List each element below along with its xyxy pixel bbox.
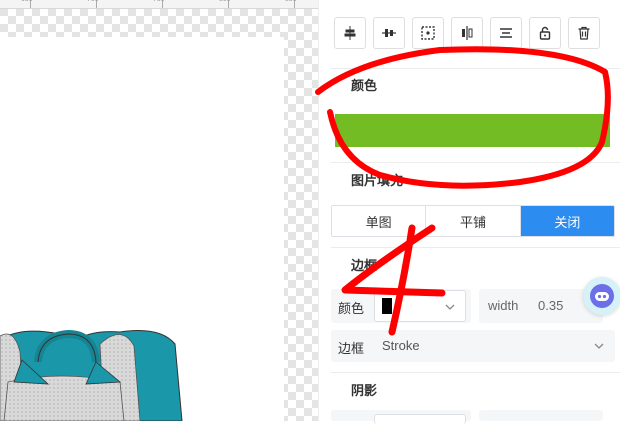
shadow-color-picker[interactable] [374, 414, 466, 424]
align-center-horizontal-button[interactable] [334, 17, 366, 49]
border-color-picker[interactable] [374, 290, 466, 322]
align-middle-icon [382, 29, 396, 37]
image-fill-tile-option[interactable]: 平铺 [426, 206, 521, 236]
ruler-tick-label: 700 [87, 0, 99, 3]
chevron-down-icon [445, 304, 455, 310]
chevron-down-icon [594, 343, 604, 349]
distribute-button[interactable] [490, 17, 522, 49]
delete-icon [578, 26, 590, 40]
shadow-section-title: 阴影 [351, 383, 378, 398]
ruler-tick-label: 850 [285, 0, 297, 3]
flip-vertical-icon [462, 26, 473, 40]
border-type-label: 边框 [338, 341, 365, 356]
backpack-image[interactable] [0, 322, 190, 421]
center-button[interactable] [412, 17, 444, 49]
align-middle-button[interactable] [373, 17, 405, 49]
divider [331, 68, 620, 69]
border-width-value[interactable]: 0.35 [538, 298, 563, 313]
design-canvas[interactable]: 650 700 750 800 850 [0, 0, 318, 421]
align-center-horizontal-icon [344, 26, 356, 40]
lock-button[interactable] [529, 17, 561, 49]
ruler-tick-label: 800 [219, 0, 231, 3]
border-color-swatch [382, 298, 392, 314]
divider [331, 247, 620, 248]
flip-vertical-button[interactable] [451, 17, 483, 49]
border-width-label: width [488, 298, 519, 313]
distribute-icon [500, 28, 512, 38]
image-fill-mode-selector: 单图 平铺 关闭 [331, 205, 615, 237]
border-color-row: 颜色 [331, 289, 471, 323]
shadow-blur-row [479, 410, 603, 421]
border-color-label: 颜色 [338, 301, 365, 316]
top-ruler: 650 700 750 800 850 [0, 0, 318, 9]
ruler-tick-label: 750 [153, 0, 165, 3]
assistant-button[interactable] [583, 277, 620, 315]
divider [331, 372, 620, 373]
image-fill-single-option[interactable]: 单图 [332, 206, 427, 236]
align-toolbar [334, 17, 607, 53]
border-type-row: 边框 Stroke [331, 330, 615, 362]
shadow-color-row [331, 410, 471, 424]
divider [331, 162, 620, 163]
ruler-tick-label: 650 [21, 0, 33, 3]
delete-button[interactable] [568, 17, 600, 49]
center-icon [421, 26, 435, 40]
image-fill-section-title: 图片填充 [351, 173, 404, 188]
lock-icon [539, 26, 551, 40]
border-section-title: 边框 [351, 258, 378, 273]
fill-color-swatch[interactable] [335, 114, 610, 147]
robot-icon [590, 284, 614, 308]
image-fill-off-option[interactable]: 关闭 [520, 206, 614, 236]
fill-section-title: 颜色 [351, 78, 378, 93]
border-type-select[interactable]: Stroke [382, 338, 420, 353]
properties-panel: 颜色 图片填充 单图 平铺 关闭 边框 颜色 width 0.35 边框 Str… [318, 0, 620, 424]
